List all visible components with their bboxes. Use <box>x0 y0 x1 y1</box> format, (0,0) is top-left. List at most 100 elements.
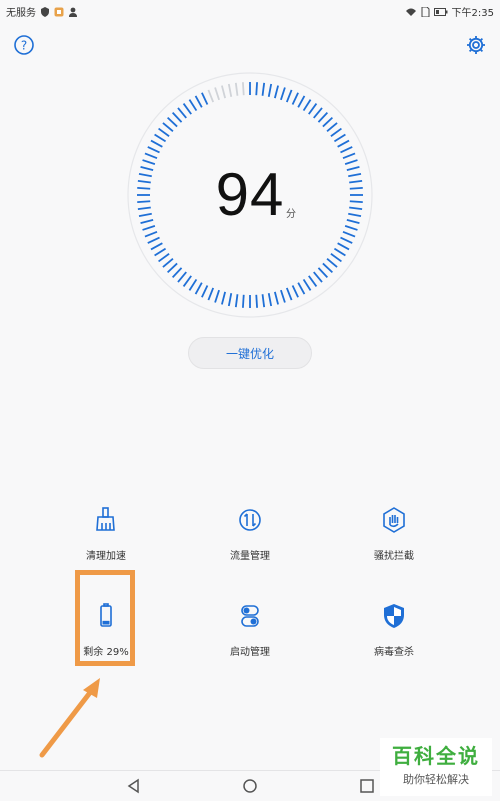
shield-status-icon <box>41 6 49 17</box>
shield-icon <box>384 604 404 628</box>
dial-tick <box>280 87 286 101</box>
dial-tick <box>313 107 323 119</box>
status-bar: 无服务 下午2:35 <box>0 0 500 22</box>
score-display: 94 分 <box>0 160 500 229</box>
battery-status-icon <box>433 7 448 16</box>
score-unit: 分 <box>286 209 296 220</box>
home-icon[interactable] <box>241 777 259 795</box>
dial-tick <box>158 127 170 137</box>
svg-text:?: ? <box>21 39 27 53</box>
dial-tick <box>267 293 273 307</box>
dial-tick <box>162 258 174 268</box>
dial-tick <box>317 112 329 123</box>
feature-label: 启动管理 <box>230 647 270 658</box>
dial-tick <box>340 236 353 244</box>
dial-tick <box>144 230 158 238</box>
dial-tick <box>227 83 233 97</box>
dial-tick <box>297 282 306 295</box>
dial-tick <box>302 99 312 112</box>
dial-tick <box>333 133 346 143</box>
dial-tick <box>188 278 198 291</box>
recents-icon[interactable] <box>358 777 376 795</box>
dial-tick <box>255 82 258 96</box>
carrier-text: 无服务 <box>6 8 36 19</box>
dial-tick <box>207 89 215 103</box>
dial-tick <box>234 294 239 308</box>
dial-tick <box>147 146 160 154</box>
dial-tick <box>207 287 215 301</box>
user-icon <box>69 7 77 17</box>
dial-tick <box>234 82 239 96</box>
dial-tick <box>337 242 350 251</box>
dial-tick <box>150 242 163 251</box>
dial-tick <box>291 92 299 105</box>
help-icon[interactable]: ? <box>13 34 35 56</box>
dial-tick <box>177 271 187 283</box>
dial-tick <box>280 289 286 303</box>
broom-icon <box>96 507 115 531</box>
dial-tick <box>154 247 167 257</box>
feature-label: 骚扰拦截 <box>374 551 414 562</box>
dial-tick <box>194 282 203 295</box>
hand-block-icon <box>383 507 405 533</box>
dial-tick <box>326 258 338 268</box>
dial-tick <box>167 262 178 274</box>
dial-tick <box>150 139 163 148</box>
dial-tick <box>326 122 338 132</box>
dial-tick <box>273 85 279 99</box>
watermark-subtitle: 助你轻松解决 <box>403 773 469 786</box>
dial-tick <box>188 99 198 112</box>
dial-tick <box>227 293 233 307</box>
dial-tick <box>261 294 266 308</box>
toggle-icon <box>241 605 259 627</box>
wifi-icon <box>405 8 416 16</box>
feature-harassment-block[interactable]: 骚扰拦截 <box>334 505 454 562</box>
dial-tick <box>302 278 312 291</box>
dial-tick <box>322 262 333 274</box>
dial-tick <box>291 285 299 298</box>
dial-tick <box>308 275 318 287</box>
dial-tick <box>167 116 178 128</box>
dial-tick <box>340 146 353 154</box>
feature-virus-scan[interactable]: 病毒查杀 <box>334 601 454 658</box>
optimize-button[interactable]: 一键优化 <box>188 337 312 369</box>
dial-tick <box>242 82 245 96</box>
feature-data-traffic[interactable]: 流量管理 <box>190 505 310 562</box>
dial-tick <box>342 230 356 238</box>
dial-tick <box>297 95 306 108</box>
dial-tick <box>194 95 203 108</box>
dial-tick <box>221 85 227 99</box>
dial-tick <box>158 253 170 263</box>
feature-startup-manager[interactable]: 启动管理 <box>190 601 310 658</box>
dial-tick <box>333 247 346 257</box>
sim-icon <box>421 6 430 17</box>
watermark-title: 百科全说 <box>392 744 480 768</box>
dial-tick <box>267 83 273 97</box>
watermark-logo: 百科全说 助你轻松解决 <box>380 738 492 796</box>
highlight-box <box>75 570 135 666</box>
dial-tick <box>342 152 356 160</box>
dial-tick <box>182 275 192 287</box>
dial-tick <box>162 122 174 132</box>
dial-tick <box>171 267 183 278</box>
dial-tick <box>214 289 220 303</box>
feature-label: 流量管理 <box>230 551 270 562</box>
dial-tick <box>255 294 258 308</box>
dial-tick <box>182 103 192 115</box>
dial-tick <box>201 92 209 105</box>
dial-tick <box>273 291 279 305</box>
dial-tick <box>144 152 158 160</box>
settings-gear-icon[interactable] <box>465 34 487 56</box>
dial-tick <box>242 294 245 308</box>
dial-tick <box>154 133 167 143</box>
dial-tick <box>337 139 350 148</box>
dial-tick <box>261 82 266 96</box>
feature-label: 清理加速 <box>86 551 126 562</box>
dial-tick <box>285 287 293 301</box>
dial-tick <box>201 285 209 298</box>
dial-tick <box>214 87 220 101</box>
feature-cleanup[interactable]: 清理加速 <box>46 505 166 562</box>
dial-tick <box>285 89 293 103</box>
score-value: 94 <box>215 161 285 228</box>
back-icon[interactable] <box>125 777 143 795</box>
